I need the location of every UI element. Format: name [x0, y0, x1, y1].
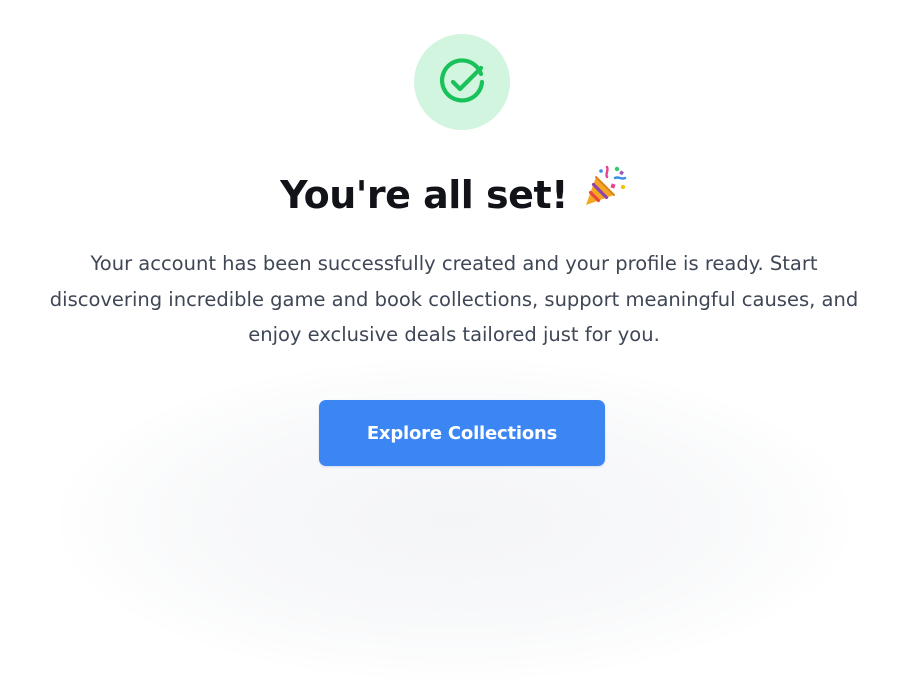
page-title: You're all set! — [0, 163, 908, 229]
explore-collections-button[interactable]: Explore Collections — [319, 400, 605, 466]
check-circle-icon — [439, 58, 485, 103]
party-popper-icon — [582, 163, 628, 225]
page-title-text: You're all set! — [280, 173, 568, 217]
success-badge — [414, 34, 510, 130]
welcome-message: Your account has been successfully creat… — [49, 252, 859, 346]
